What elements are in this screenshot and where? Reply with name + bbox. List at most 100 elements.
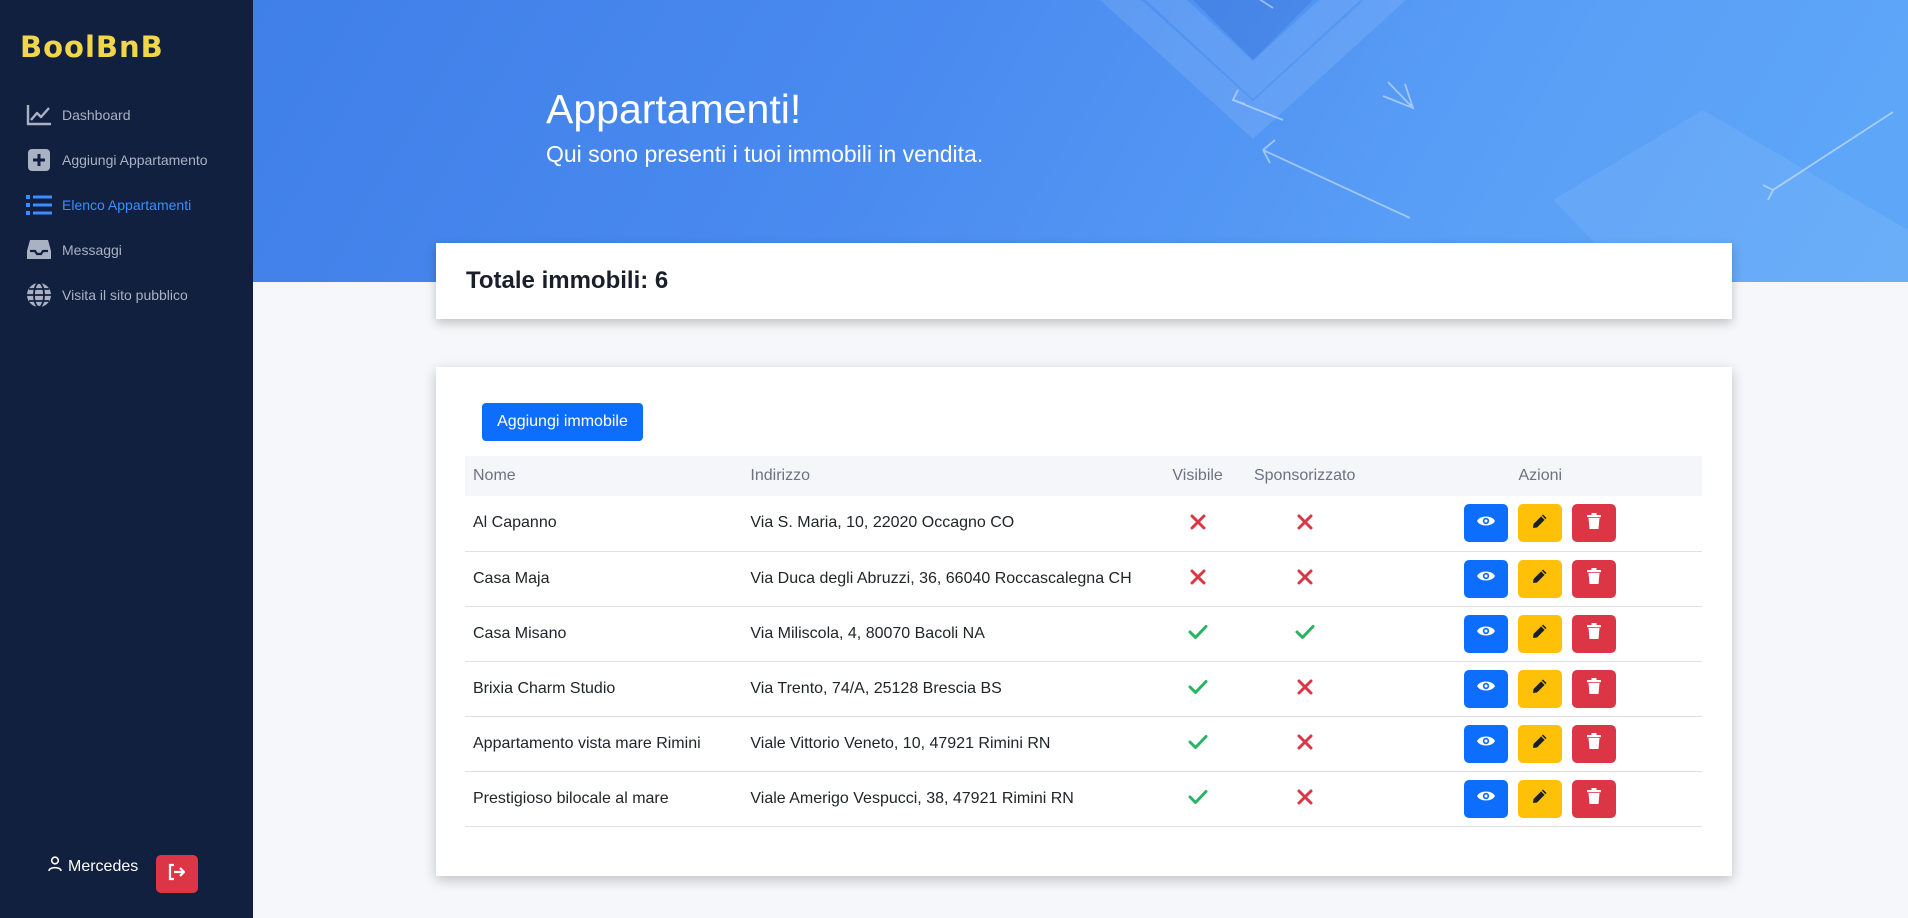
delete-button[interactable] xyxy=(1572,614,1617,653)
cell-address: Via Duca degli Abruzzi, 36, 66040 Roccas… xyxy=(750,569,1132,587)
table-header-row: Nome Indirizzo Visibile Sponsorizzato Az… xyxy=(465,456,1702,496)
trash-icon xyxy=(1587,512,1602,534)
trash-icon xyxy=(1587,733,1602,754)
table-row: Appartamento vista mare Rimini Viale Vit… xyxy=(465,716,1702,771)
cross-icon xyxy=(1295,787,1315,807)
cell-address: Viale Vittorio Veneto, 10, 47921 Rimini … xyxy=(750,734,1051,752)
view-button[interactable] xyxy=(1464,779,1509,818)
pencil-icon xyxy=(1532,678,1548,699)
cell-address: Via Miliscola, 4, 80070 Bacoli NA xyxy=(750,624,985,642)
logout-icon xyxy=(167,863,187,886)
edit-button[interactable] xyxy=(1518,504,1563,543)
cell-sponsored xyxy=(1231,606,1379,661)
edit-button[interactable] xyxy=(1518,669,1563,708)
view-button[interactable] xyxy=(1464,724,1509,763)
sidebar-item-label: Dashboard xyxy=(62,106,131,123)
pencil-icon xyxy=(1532,513,1548,534)
pencil-icon xyxy=(1532,623,1548,644)
cell-actions xyxy=(1379,661,1702,716)
row-actions xyxy=(1387,614,1694,653)
table-row: Prestigioso bilocale al mare Viale Ameri… xyxy=(465,771,1702,826)
cell-visible xyxy=(1164,771,1230,826)
column-header-sponsored: Sponsorizzato xyxy=(1253,467,1356,484)
eye-icon xyxy=(1476,679,1496,698)
eye-icon xyxy=(1476,569,1496,588)
view-button[interactable] xyxy=(1464,669,1509,708)
eye-icon xyxy=(1476,789,1496,808)
trash-icon xyxy=(1587,788,1602,809)
sidebar: BoolBnB Dashboard Aggiungi Appartamento … xyxy=(0,0,253,918)
sidebar-item-dashboard[interactable]: Dashboard xyxy=(0,92,253,137)
sidebar-item-messages[interactable]: Messaggi xyxy=(0,227,253,272)
user-name: Mercedes xyxy=(68,857,139,875)
delete-button[interactable] xyxy=(1572,504,1617,543)
view-button[interactable] xyxy=(1464,504,1509,543)
eye-icon xyxy=(1476,734,1496,753)
trash-icon xyxy=(1587,678,1602,699)
sidebar-item-label: Aggiungi Appartamento xyxy=(62,151,208,168)
table-row: Al Capanno Via S. Maria, 10, 22020 Occag… xyxy=(465,496,1702,551)
sidebar-item-apartment-list[interactable]: Elenco Appartamenti xyxy=(0,182,253,227)
cell-actions xyxy=(1379,496,1702,551)
globe-icon xyxy=(25,281,53,308)
check-icon xyxy=(1188,787,1208,807)
edit-button[interactable] xyxy=(1518,614,1563,653)
delete-button[interactable] xyxy=(1572,559,1617,598)
header-background-pattern xyxy=(1100,0,1908,282)
sidebar-item-add-apartment[interactable]: Aggiungi Appartamento xyxy=(0,137,253,182)
column-header-visible: Visibile xyxy=(1172,467,1223,484)
edit-button[interactable] xyxy=(1518,724,1563,763)
sidebar-item-label: Visita il sito pubblico xyxy=(62,286,188,303)
apartments-card: Aggiungi immobile Nome Indirizzo Visibil… xyxy=(436,367,1732,876)
cell-visible xyxy=(1164,661,1230,716)
row-actions xyxy=(1387,724,1694,763)
page-header: Appartamenti! Qui sono presenti i tuoi i… xyxy=(253,0,1908,282)
view-button[interactable] xyxy=(1464,559,1509,598)
check-icon xyxy=(1188,732,1208,752)
check-icon xyxy=(1295,622,1315,642)
cell-name: Al Capanno xyxy=(473,514,557,532)
table-row: Brixia Charm Studio Via Trento, 74/A, 25… xyxy=(465,661,1702,716)
user-profile[interactable]: Mercedes xyxy=(48,856,138,877)
row-actions xyxy=(1387,779,1694,818)
total-count: Totale immobili: 6 xyxy=(466,267,669,294)
delete-button[interactable] xyxy=(1572,779,1617,818)
cell-name: Brixia Charm Studio xyxy=(473,679,616,697)
pencil-icon xyxy=(1532,733,1548,754)
user-icon xyxy=(48,856,62,877)
add-property-button[interactable]: Aggiungi immobile xyxy=(482,403,643,441)
cell-name: Appartamento vista mare Rimini xyxy=(473,734,701,752)
delete-button[interactable] xyxy=(1572,724,1617,763)
inbox-icon xyxy=(25,237,53,263)
sidebar-item-public-site[interactable]: Visita il sito pubblico xyxy=(0,272,253,317)
sidebar-item-label: Elenco Appartamenti xyxy=(62,196,192,213)
cell-actions xyxy=(1379,771,1702,826)
sidebar-item-label: Messaggi xyxy=(62,241,122,258)
cross-icon xyxy=(1295,677,1315,697)
column-header-address: Indirizzo xyxy=(750,467,810,484)
edit-button[interactable] xyxy=(1518,559,1563,598)
table-row: Casa Maja Via Duca degli Abruzzi, 36, 66… xyxy=(465,551,1702,606)
cell-actions xyxy=(1379,551,1702,606)
view-button[interactable] xyxy=(1464,614,1509,653)
table-row: Casa Misano Via Miliscola, 4, 80070 Baco… xyxy=(465,606,1702,661)
logout-button[interactable] xyxy=(156,855,198,893)
row-actions xyxy=(1387,559,1694,598)
page-subtitle: Qui sono presenti i tuoi immobili in ven… xyxy=(546,141,984,167)
cross-icon xyxy=(1295,732,1315,752)
trash-icon xyxy=(1587,623,1602,644)
cell-visible xyxy=(1164,606,1230,661)
delete-button[interactable] xyxy=(1572,669,1617,708)
cell-sponsored xyxy=(1231,716,1379,771)
chart-line-icon xyxy=(25,102,53,128)
cell-actions xyxy=(1379,716,1702,771)
column-header-actions: Azioni xyxy=(1518,467,1563,484)
pencil-icon xyxy=(1532,788,1548,809)
cell-sponsored xyxy=(1231,771,1379,826)
cell-sponsored xyxy=(1231,496,1379,551)
edit-button[interactable] xyxy=(1518,779,1563,818)
check-icon xyxy=(1188,622,1208,642)
plus-square-icon xyxy=(25,147,53,173)
summary-card: Totale immobili: 6 xyxy=(436,243,1732,319)
app-logo[interactable]: BoolBnB xyxy=(20,30,164,64)
